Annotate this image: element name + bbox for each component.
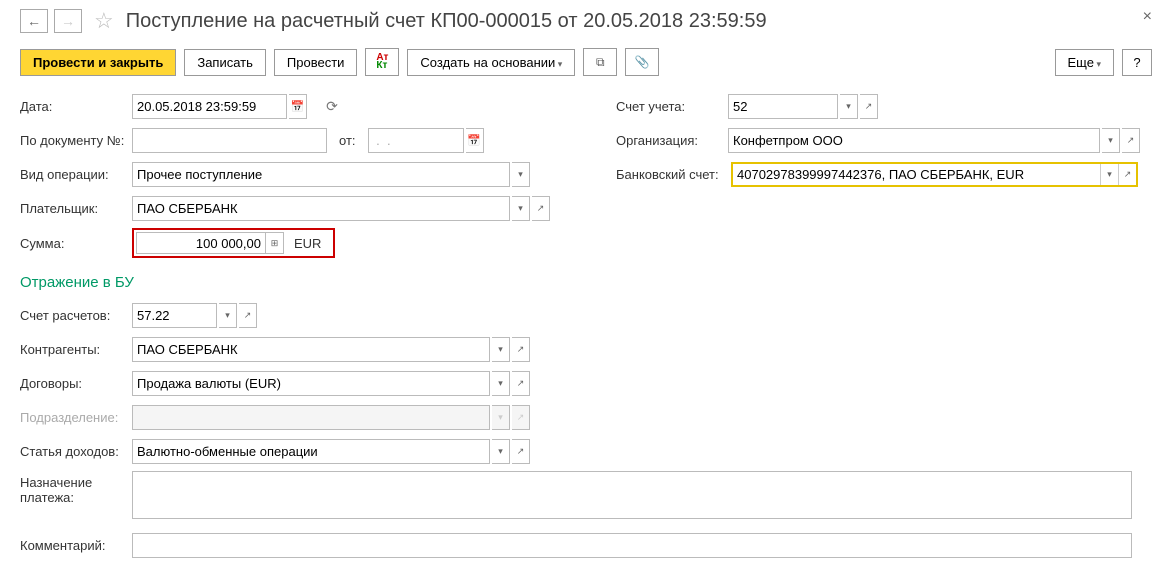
- contract-open-icon[interactable]: ↗: [512, 371, 530, 396]
- date-input[interactable]: [132, 94, 287, 119]
- save-button[interactable]: Записать: [184, 49, 266, 76]
- account-right-label: Счет учета:: [616, 99, 726, 114]
- optype-label: Вид операции:: [20, 167, 130, 182]
- ot-label: от:: [339, 133, 356, 148]
- counterparty-label: Контрагенты:: [20, 342, 130, 357]
- docdate-calendar-icon[interactable]: 📅: [466, 128, 484, 153]
- back-button[interactable]: ←: [20, 9, 48, 33]
- sum-calc-icon[interactable]: ⊞: [266, 232, 284, 254]
- relations-icon[interactable]: ⧉: [583, 48, 617, 76]
- optype-dropdown-icon[interactable]: ▾: [512, 162, 530, 187]
- post-button[interactable]: Провести: [274, 49, 358, 76]
- currency-label: EUR: [294, 236, 321, 251]
- sum-highlight: ⊞ EUR: [132, 228, 335, 258]
- bank-dropdown-icon[interactable]: ▾: [1100, 164, 1118, 185]
- contract-label: Договоры:: [20, 376, 130, 391]
- sum-label: Сумма:: [20, 236, 130, 251]
- attach-icon[interactable]: 📎: [625, 48, 659, 76]
- sum-input[interactable]: [136, 232, 266, 254]
- payer-label: Плательщик:: [20, 201, 130, 216]
- org-dropdown-icon[interactable]: ▾: [1102, 128, 1120, 153]
- settle-account-label: Счет расчетов:: [20, 308, 130, 323]
- docdate-input[interactable]: [368, 128, 464, 153]
- account-right-dropdown-icon[interactable]: ▾: [840, 94, 858, 119]
- settle-account-input[interactable]: [132, 303, 217, 328]
- counterparty-open-icon[interactable]: ↗: [512, 337, 530, 362]
- comment-input[interactable]: [132, 533, 1132, 558]
- purpose-textarea[interactable]: [132, 471, 1132, 519]
- forward-button[interactable]: →: [54, 9, 82, 33]
- dtkt-icon[interactable]: АтКт: [365, 48, 399, 76]
- docnum-label: По документу №:: [20, 133, 130, 148]
- close-icon[interactable]: ×: [1143, 8, 1152, 26]
- subdiv-label: Подразделение:: [20, 410, 130, 425]
- contract-dropdown-icon[interactable]: ▾: [492, 371, 510, 396]
- subdiv-open-icon: ↗: [512, 405, 530, 430]
- subdiv-input: [132, 405, 490, 430]
- income-label: Статья доходов:: [20, 444, 130, 459]
- income-dropdown-icon[interactable]: ▾: [492, 439, 510, 464]
- account-right-open-icon[interactable]: ↗: [860, 94, 878, 119]
- bank-highlight: ▾ ↗: [731, 162, 1138, 187]
- payer-open-icon[interactable]: ↗: [532, 196, 550, 221]
- contract-input[interactable]: [132, 371, 490, 396]
- bank-input[interactable]: [733, 164, 1100, 185]
- page-title: Поступление на расчетный счет КП00-00001…: [126, 10, 767, 33]
- purpose-label: Назначение платежа:: [20, 471, 130, 505]
- org-open-icon[interactable]: ↗: [1122, 128, 1140, 153]
- optype-input[interactable]: [132, 162, 510, 187]
- section-title: Отражение в БУ: [20, 274, 1152, 291]
- create-based-on-button[interactable]: Создать на основании: [407, 49, 575, 76]
- subdiv-dropdown-icon: ▾: [492, 405, 510, 430]
- docnum-input[interactable]: [132, 128, 327, 153]
- counterparty-dropdown-icon[interactable]: ▾: [492, 337, 510, 362]
- income-open-icon[interactable]: ↗: [512, 439, 530, 464]
- refresh-date-icon[interactable]: ⟳: [319, 94, 345, 118]
- post-and-close-button[interactable]: Провести и закрыть: [20, 49, 176, 76]
- org-label: Организация:: [616, 133, 726, 148]
- settle-account-dropdown-icon[interactable]: ▾: [219, 303, 237, 328]
- help-button[interactable]: ?: [1122, 49, 1152, 76]
- payer-dropdown-icon[interactable]: ▾: [512, 196, 530, 221]
- income-input[interactable]: [132, 439, 490, 464]
- more-button[interactable]: Еще: [1055, 49, 1114, 76]
- payer-input[interactable]: [132, 196, 510, 221]
- calendar-icon[interactable]: 📅: [289, 94, 307, 119]
- counterparty-input[interactable]: [132, 337, 490, 362]
- bank-label: Банковский счет:: [616, 167, 729, 182]
- star-icon[interactable]: ☆: [94, 8, 114, 34]
- settle-account-open-icon[interactable]: ↗: [239, 303, 257, 328]
- comment-label: Комментарий:: [20, 538, 130, 553]
- org-input[interactable]: [728, 128, 1100, 153]
- date-label: Дата:: [20, 99, 130, 114]
- bank-open-icon[interactable]: ↗: [1118, 164, 1136, 185]
- account-right-input[interactable]: [728, 94, 838, 119]
